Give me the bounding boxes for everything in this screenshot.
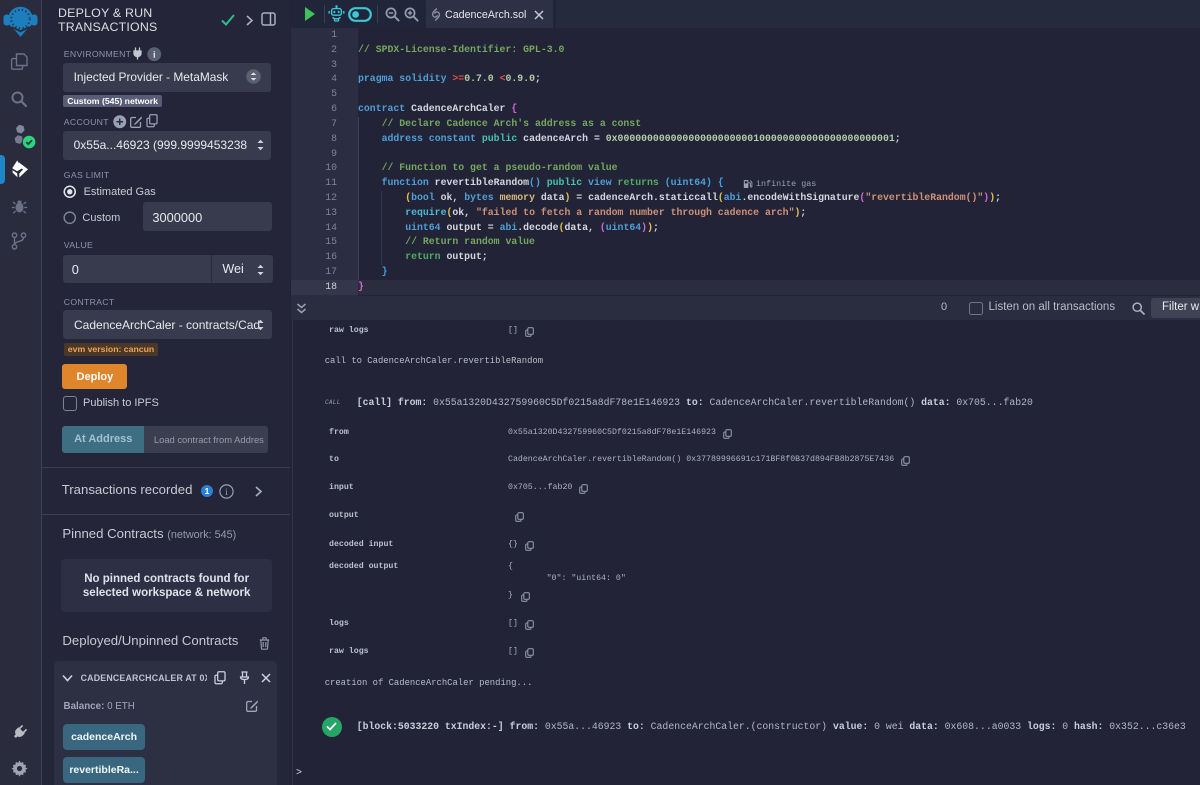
- svg-text:i: i: [152, 50, 155, 60]
- svg-text:i: i: [225, 487, 228, 497]
